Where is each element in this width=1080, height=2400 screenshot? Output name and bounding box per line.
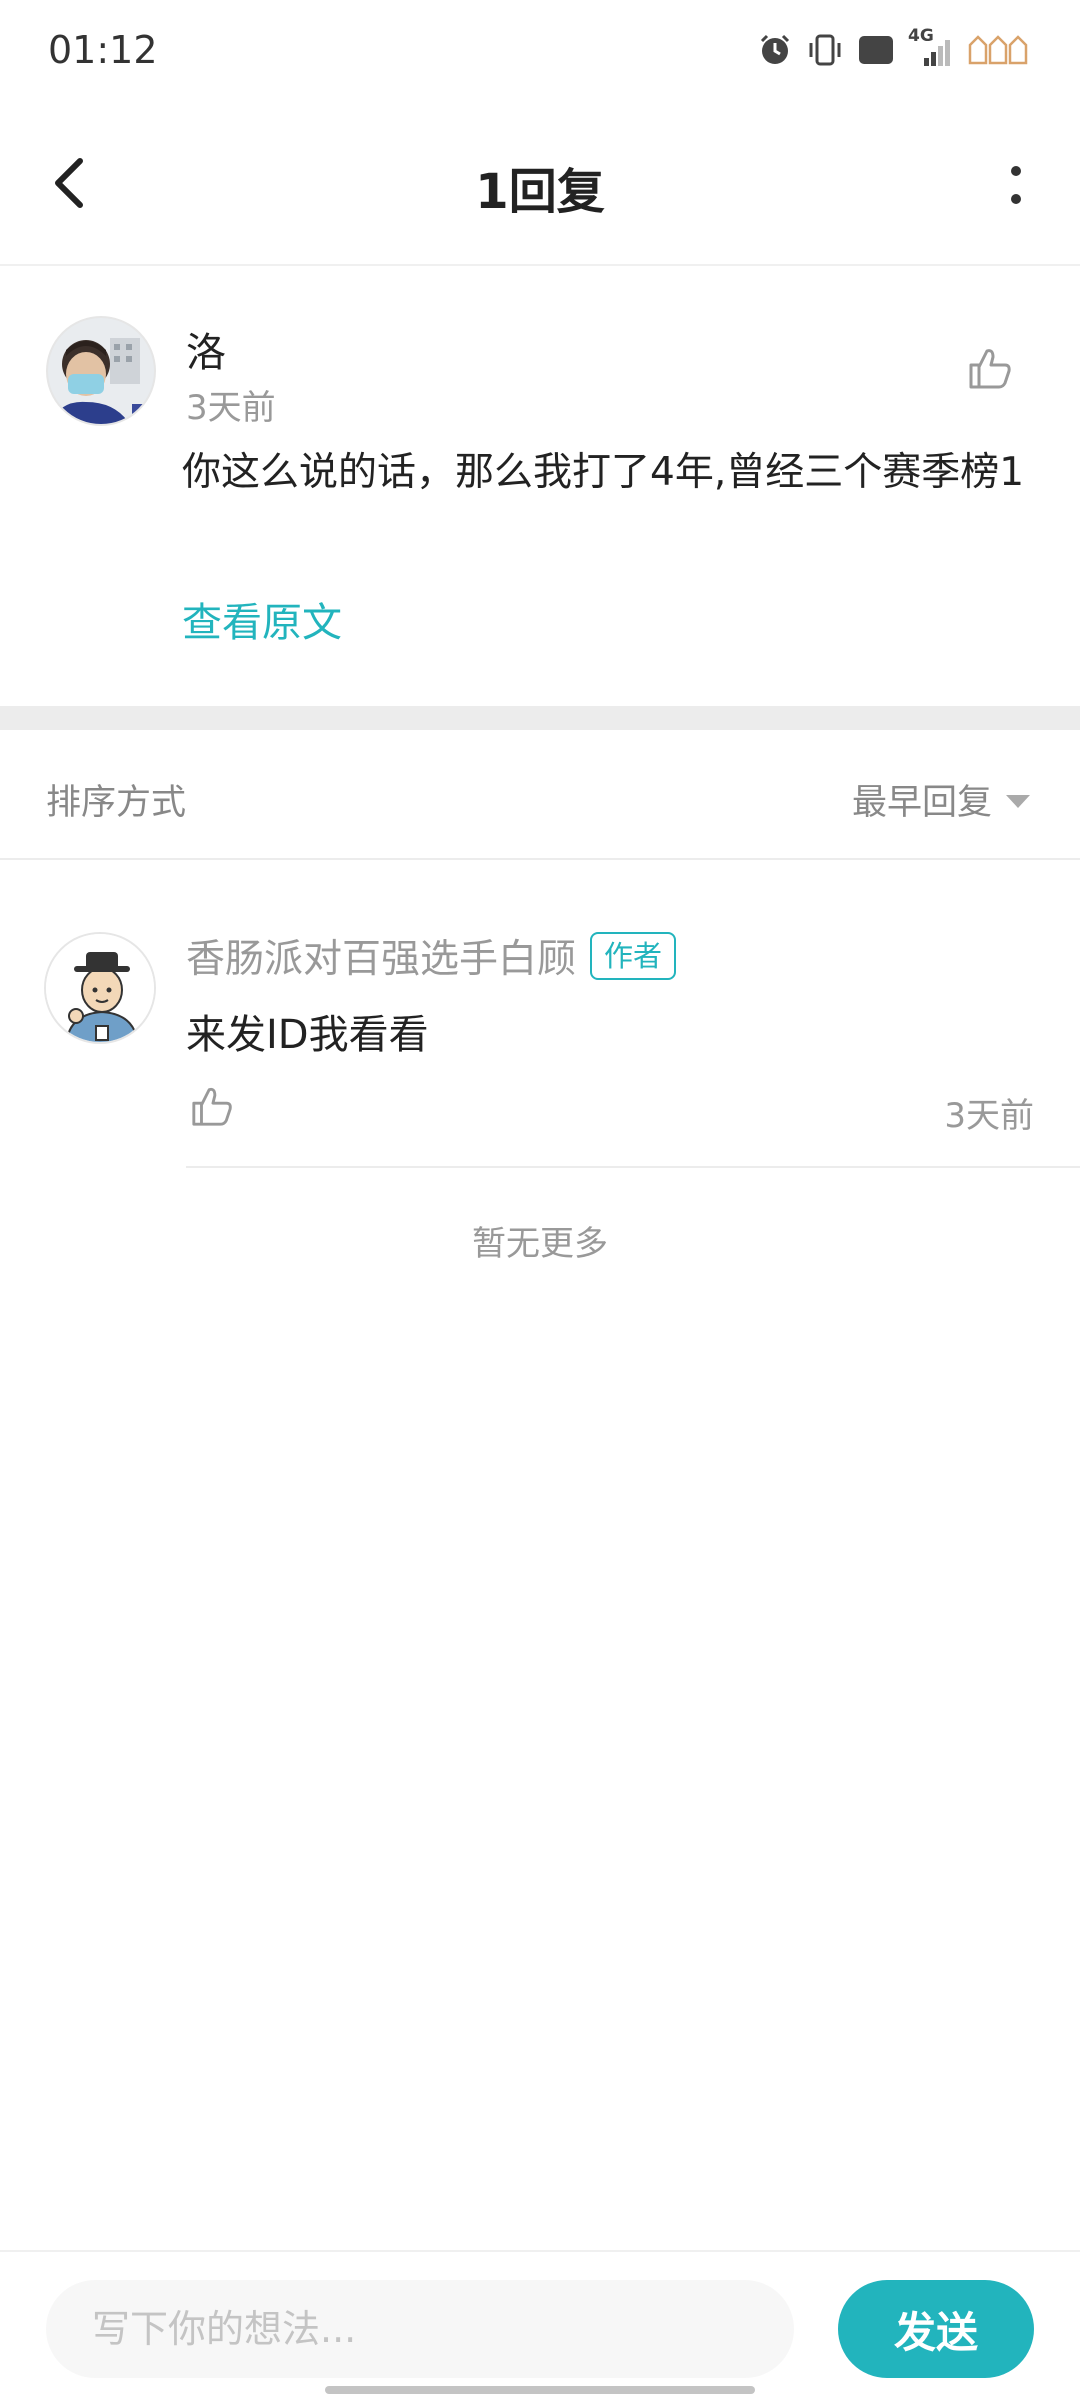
reply-like-button[interactable] (186, 1080, 238, 1132)
battery-icon (968, 30, 1032, 70)
like-button[interactable] (960, 338, 1020, 398)
sort-label: 排序方式 (46, 783, 187, 823)
comment-time: 3天前 (186, 388, 276, 428)
alarm-icon (758, 30, 792, 70)
status-icons: 4G (758, 26, 1032, 70)
reply-text: 来发ID我看看 (186, 1012, 429, 1058)
network-label: 4G (908, 26, 934, 46)
list-item: 香肠派对百强选手白顾 作者 来发ID我看看 3天前 (0, 862, 1080, 1168)
home-indicator[interactable] (325, 2386, 755, 2394)
vibrate-icon (806, 30, 844, 70)
page-title: 1回复 (475, 164, 605, 220)
send-button[interactable]: 发送 (838, 2280, 1034, 2378)
comment-composer: 发送 (0, 2250, 1080, 2400)
4g-signal-icon: 4G (908, 26, 954, 70)
more-vertical-icon (1011, 166, 1021, 204)
comment-input[interactable] (46, 2280, 794, 2378)
hd-icon (858, 30, 894, 70)
caret-down-icon (1006, 795, 1030, 808)
comment-text: 你这么说的话，那么我打了4年,曾经三个赛季榜1 (182, 450, 1025, 495)
no-more-label: 暂无更多 (472, 1224, 608, 1264)
author-badge: 作者 (590, 932, 677, 980)
section-divider (0, 706, 1080, 730)
sort-bar: 排序方式 最早回复 (0, 730, 1080, 860)
reply-time: 3天前 (944, 1096, 1034, 1136)
header: 1回复 (0, 100, 1080, 266)
main-comment: 洛 3天前 你这么说的话，那么我打了4年,曾经三个赛季榜1 查看原文 (0, 268, 1080, 706)
sort-selected-value: 最早回复 (851, 783, 992, 823)
view-original-link[interactable]: 查看原文 (182, 590, 342, 648)
status-bar: 01:12 4G (0, 0, 1080, 100)
more-button[interactable] (986, 150, 1046, 220)
sort-dropdown[interactable]: 最早回复 (852, 774, 1030, 825)
status-time: 01:12 (48, 28, 158, 72)
comment-author[interactable]: 洛 (186, 320, 226, 378)
reply-author[interactable]: 香肠派对百强选手白顾 (186, 928, 576, 984)
thumbs-up-icon (192, 1087, 232, 1126)
avatar[interactable] (44, 932, 156, 1044)
reply-header: 香肠派对百强选手白顾 作者 (186, 928, 677, 984)
avatar[interactable] (46, 316, 156, 426)
thumbs-up-icon (969, 349, 1011, 389)
reply-divider (186, 1166, 1080, 1168)
